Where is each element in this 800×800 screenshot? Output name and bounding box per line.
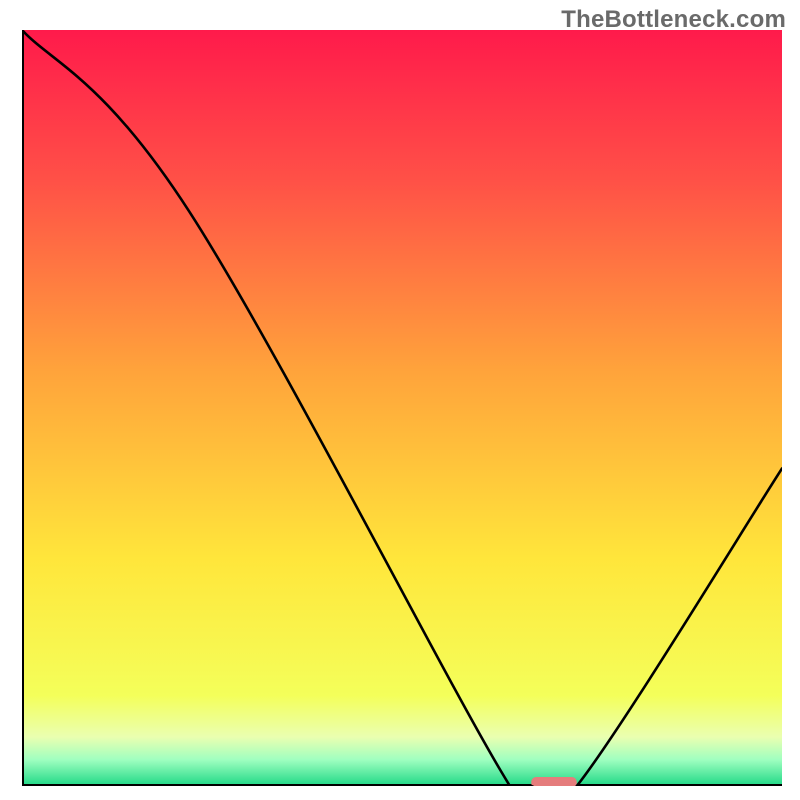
optimal-range-marker <box>531 777 577 786</box>
watermark-label: TheBottleneck.com <box>561 6 786 34</box>
chart-container: TheBottleneck.com <box>0 0 800 800</box>
gradient-background <box>22 30 782 786</box>
plot-area <box>22 30 782 786</box>
plot-svg <box>22 30 782 786</box>
